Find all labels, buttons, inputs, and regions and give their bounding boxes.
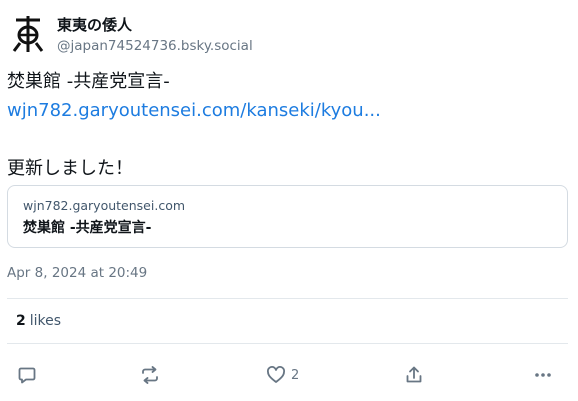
- post-text-line: 更新しました！: [7, 158, 133, 179]
- like-button[interactable]: 2: [266, 360, 299, 390]
- likes-label: likes: [29, 313, 62, 329]
- reply-button[interactable]: [17, 360, 37, 390]
- divider: [7, 298, 568, 299]
- post-blank-line: [7, 125, 567, 154]
- repost-button[interactable]: [140, 360, 160, 390]
- post-text-line: 焚巣館 -共産党宣言-: [7, 71, 170, 92]
- repost-icon: [142, 366, 158, 384]
- heart-icon: [267, 366, 285, 383]
- post-link[interactable]: wjn782.garyoutensei.com/kanseki/kyou...: [7, 96, 567, 125]
- post-actions: 2: [0, 360, 578, 390]
- link-preview-card[interactable]: wjn782.garyoutensei.com 焚巣館 -共産党宣言-: [7, 185, 568, 248]
- link-card-domain: wjn782.garyoutensei.com: [23, 198, 186, 213]
- author-display-name[interactable]: 東夷の倭人: [57, 14, 132, 35]
- more-options-button[interactable]: [533, 360, 553, 390]
- likes-count: 2: [16, 313, 26, 329]
- reply-icon: [18, 367, 36, 384]
- likes-summary[interactable]: 2 likes: [16, 313, 61, 329]
- share-icon: [406, 366, 422, 383]
- link-card-title: 焚巣館 -共産党宣言-: [23, 220, 152, 236]
- share-button[interactable]: [404, 360, 424, 390]
- more-icon: [535, 373, 551, 377]
- like-count: 2: [291, 367, 300, 383]
- post-header: 東夷の倭人 @japan74524736.bsky.social: [0, 0, 578, 62]
- post-text: 焚巣館 -共産党宣言- wjn782.garyoutensei.com/kans…: [7, 67, 567, 183]
- divider: [7, 343, 568, 344]
- post-timestamp: Apr 8, 2024 at 20:49: [7, 265, 148, 281]
- author-handle[interactable]: @japan74524736.bsky.social: [57, 38, 253, 54]
- avatar[interactable]: [8, 14, 48, 54]
